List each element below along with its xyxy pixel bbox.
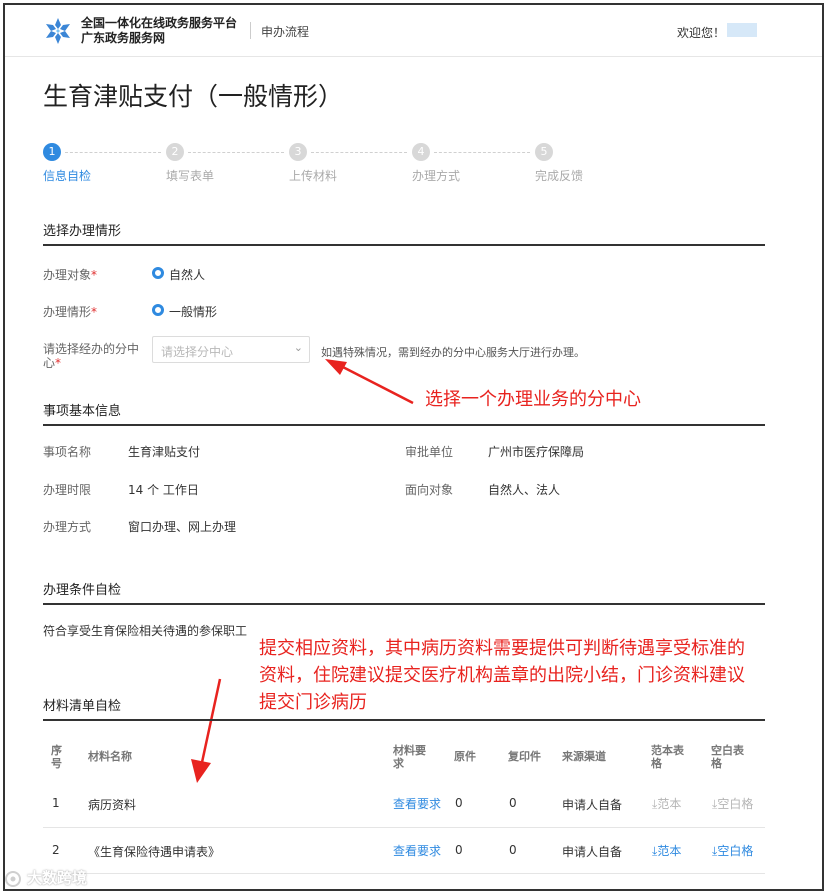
annotation-select-center: 选择一个办理业务的分中心 — [425, 389, 641, 410]
row1-no: 1 — [52, 796, 60, 810]
user-name-redacted[interactable] — [727, 23, 757, 37]
row1-copy: 0 — [509, 796, 517, 810]
section-title-situation: 选择办理情形 — [43, 224, 122, 239]
case-label: 办理情形* — [43, 305, 98, 319]
header-blank: 空白表格 — [711, 744, 744, 770]
step-2-label: 填写表单 — [166, 169, 215, 183]
row-divider — [43, 827, 765, 828]
row2-no: 2 — [52, 843, 60, 857]
welcome-text: 欢迎您！ — [677, 26, 726, 40]
step-5-label: 完成反馈 — [535, 169, 584, 183]
step-1-number: 1 — [43, 143, 61, 161]
section-divider — [43, 424, 765, 426]
name-label: 事项名称 — [43, 445, 92, 459]
screenshot-frame: 全国一体化在线政务服务平台 广东政务服务网 申办流程 欢迎您！ 生育津贴支付（一… — [3, 3, 824, 891]
unit-label: 审批单位 — [405, 445, 454, 459]
step-connector — [434, 152, 530, 153]
section-title-conditions: 办理条件自检 — [43, 583, 122, 598]
annotation-materials-line1: 提交相应资料，其中病历资料需要提供可判断待遇享受标准的 — [259, 638, 745, 659]
row2-view-requirement-link[interactable]: 查看要求 — [393, 842, 441, 859]
object-label: 办理对象* — [43, 268, 98, 282]
center-select-placeholder: 请选择分中心 — [161, 345, 234, 359]
row2-copy: 0 — [509, 843, 517, 857]
header-no: 序号 — [51, 744, 62, 770]
nav-apply-process[interactable]: 申办流程 — [261, 23, 309, 40]
name-value: 生育津贴支付 — [128, 445, 201, 459]
step-4-label: 办理方式 — [412, 169, 461, 183]
conditions-text: 符合享受生育保险相关待遇的参保职工 — [43, 624, 248, 638]
step-4-number: 4 — [412, 143, 430, 161]
center-select[interactable]: 请选择分中心 ⌄ — [152, 336, 310, 363]
row2-name: 《生育保险待遇申请表》 — [88, 845, 221, 859]
row1-blank-link[interactable]: ⤓空白格 — [712, 795, 753, 812]
header-copy: 复印件 — [508, 750, 541, 763]
header-req: 材料要求 — [393, 744, 426, 770]
step-3-label: 上传材料 — [289, 169, 338, 183]
step-connector — [311, 152, 407, 153]
section-divider — [43, 244, 765, 246]
header-sample: 范本表格 — [651, 744, 684, 770]
unit-value: 广州市医疗保障局 — [488, 445, 585, 459]
row2-source: 申请人自备 — [562, 845, 623, 859]
row1-view-requirement-link[interactable]: 查看要求 — [393, 795, 441, 812]
time-value: 14 个 工作日 — [128, 483, 199, 497]
row2-blank-link[interactable]: ⤓空白格 — [712, 842, 753, 859]
mode-value: 窗口办理、网上办理 — [128, 520, 237, 534]
row1-name: 病历资料 — [88, 798, 137, 812]
section-divider — [43, 719, 765, 721]
center-label-line2: 心* — [43, 356, 62, 370]
time-label: 办理时限 — [43, 483, 92, 497]
row2-sample-link[interactable]: ⤓范本 — [652, 842, 681, 859]
object-radio-label: 自然人 — [169, 268, 206, 282]
chevron-down-icon: ⌄ — [293, 341, 303, 354]
header-divider — [250, 22, 251, 39]
target-label: 面向对象 — [405, 483, 454, 497]
row2-orig: 0 — [455, 843, 463, 857]
object-radio[interactable] — [152, 267, 164, 279]
annotation-materials-line2: 资料，住院建议提交医疗机构盖章的出院小结，门诊资料建议 — [259, 665, 745, 686]
snowflake-logo-icon[interactable] — [43, 16, 73, 46]
watermark-logo-icon — [5, 871, 21, 887]
step-connector — [188, 152, 284, 153]
section-title-materials: 材料清单自检 — [43, 699, 122, 714]
target-value: 自然人、法人 — [488, 483, 561, 497]
step-1-label: 信息自检 — [43, 169, 92, 183]
step-3-number: 3 — [289, 143, 307, 161]
step-2-number: 2 — [166, 143, 184, 161]
brand-title-line2: 广东政务服务网 — [81, 31, 166, 45]
step-connector — [65, 152, 161, 153]
page-title: 生育津贴支付（一般情形） — [43, 82, 344, 111]
case-radio[interactable] — [152, 304, 164, 316]
row1-orig: 0 — [455, 796, 463, 810]
annotation-arrow-icon — [325, 359, 414, 405]
row1-source: 申请人自备 — [562, 798, 623, 812]
section-divider — [43, 603, 765, 605]
annotation-arrow-icon — [191, 678, 222, 783]
watermark-text: 大数跨境 — [27, 869, 88, 887]
annotation-materials: 提交相应资料，其中病历资料需要提供可判断待遇享受标准的 资料，住院建议提交医疗机… — [259, 635, 745, 716]
case-radio-label: 一般情形 — [169, 305, 218, 319]
annotation-materials-line3: 提交门诊病历 — [259, 692, 367, 713]
top-header: 全国一体化在线政务服务平台 广东政务服务网 申办流程 欢迎您！ — [5, 5, 822, 57]
section-title-basic-info: 事项基本信息 — [43, 404, 122, 419]
header-source: 来源渠道 — [562, 750, 606, 763]
step-5-number: 5 — [535, 143, 553, 161]
row-divider — [43, 873, 765, 874]
row1-sample-link[interactable]: ⤓范本 — [652, 795, 681, 812]
mode-label: 办理方式 — [43, 520, 92, 534]
header-name: 材料名称 — [88, 750, 132, 763]
header-orig: 原件 — [454, 750, 476, 763]
